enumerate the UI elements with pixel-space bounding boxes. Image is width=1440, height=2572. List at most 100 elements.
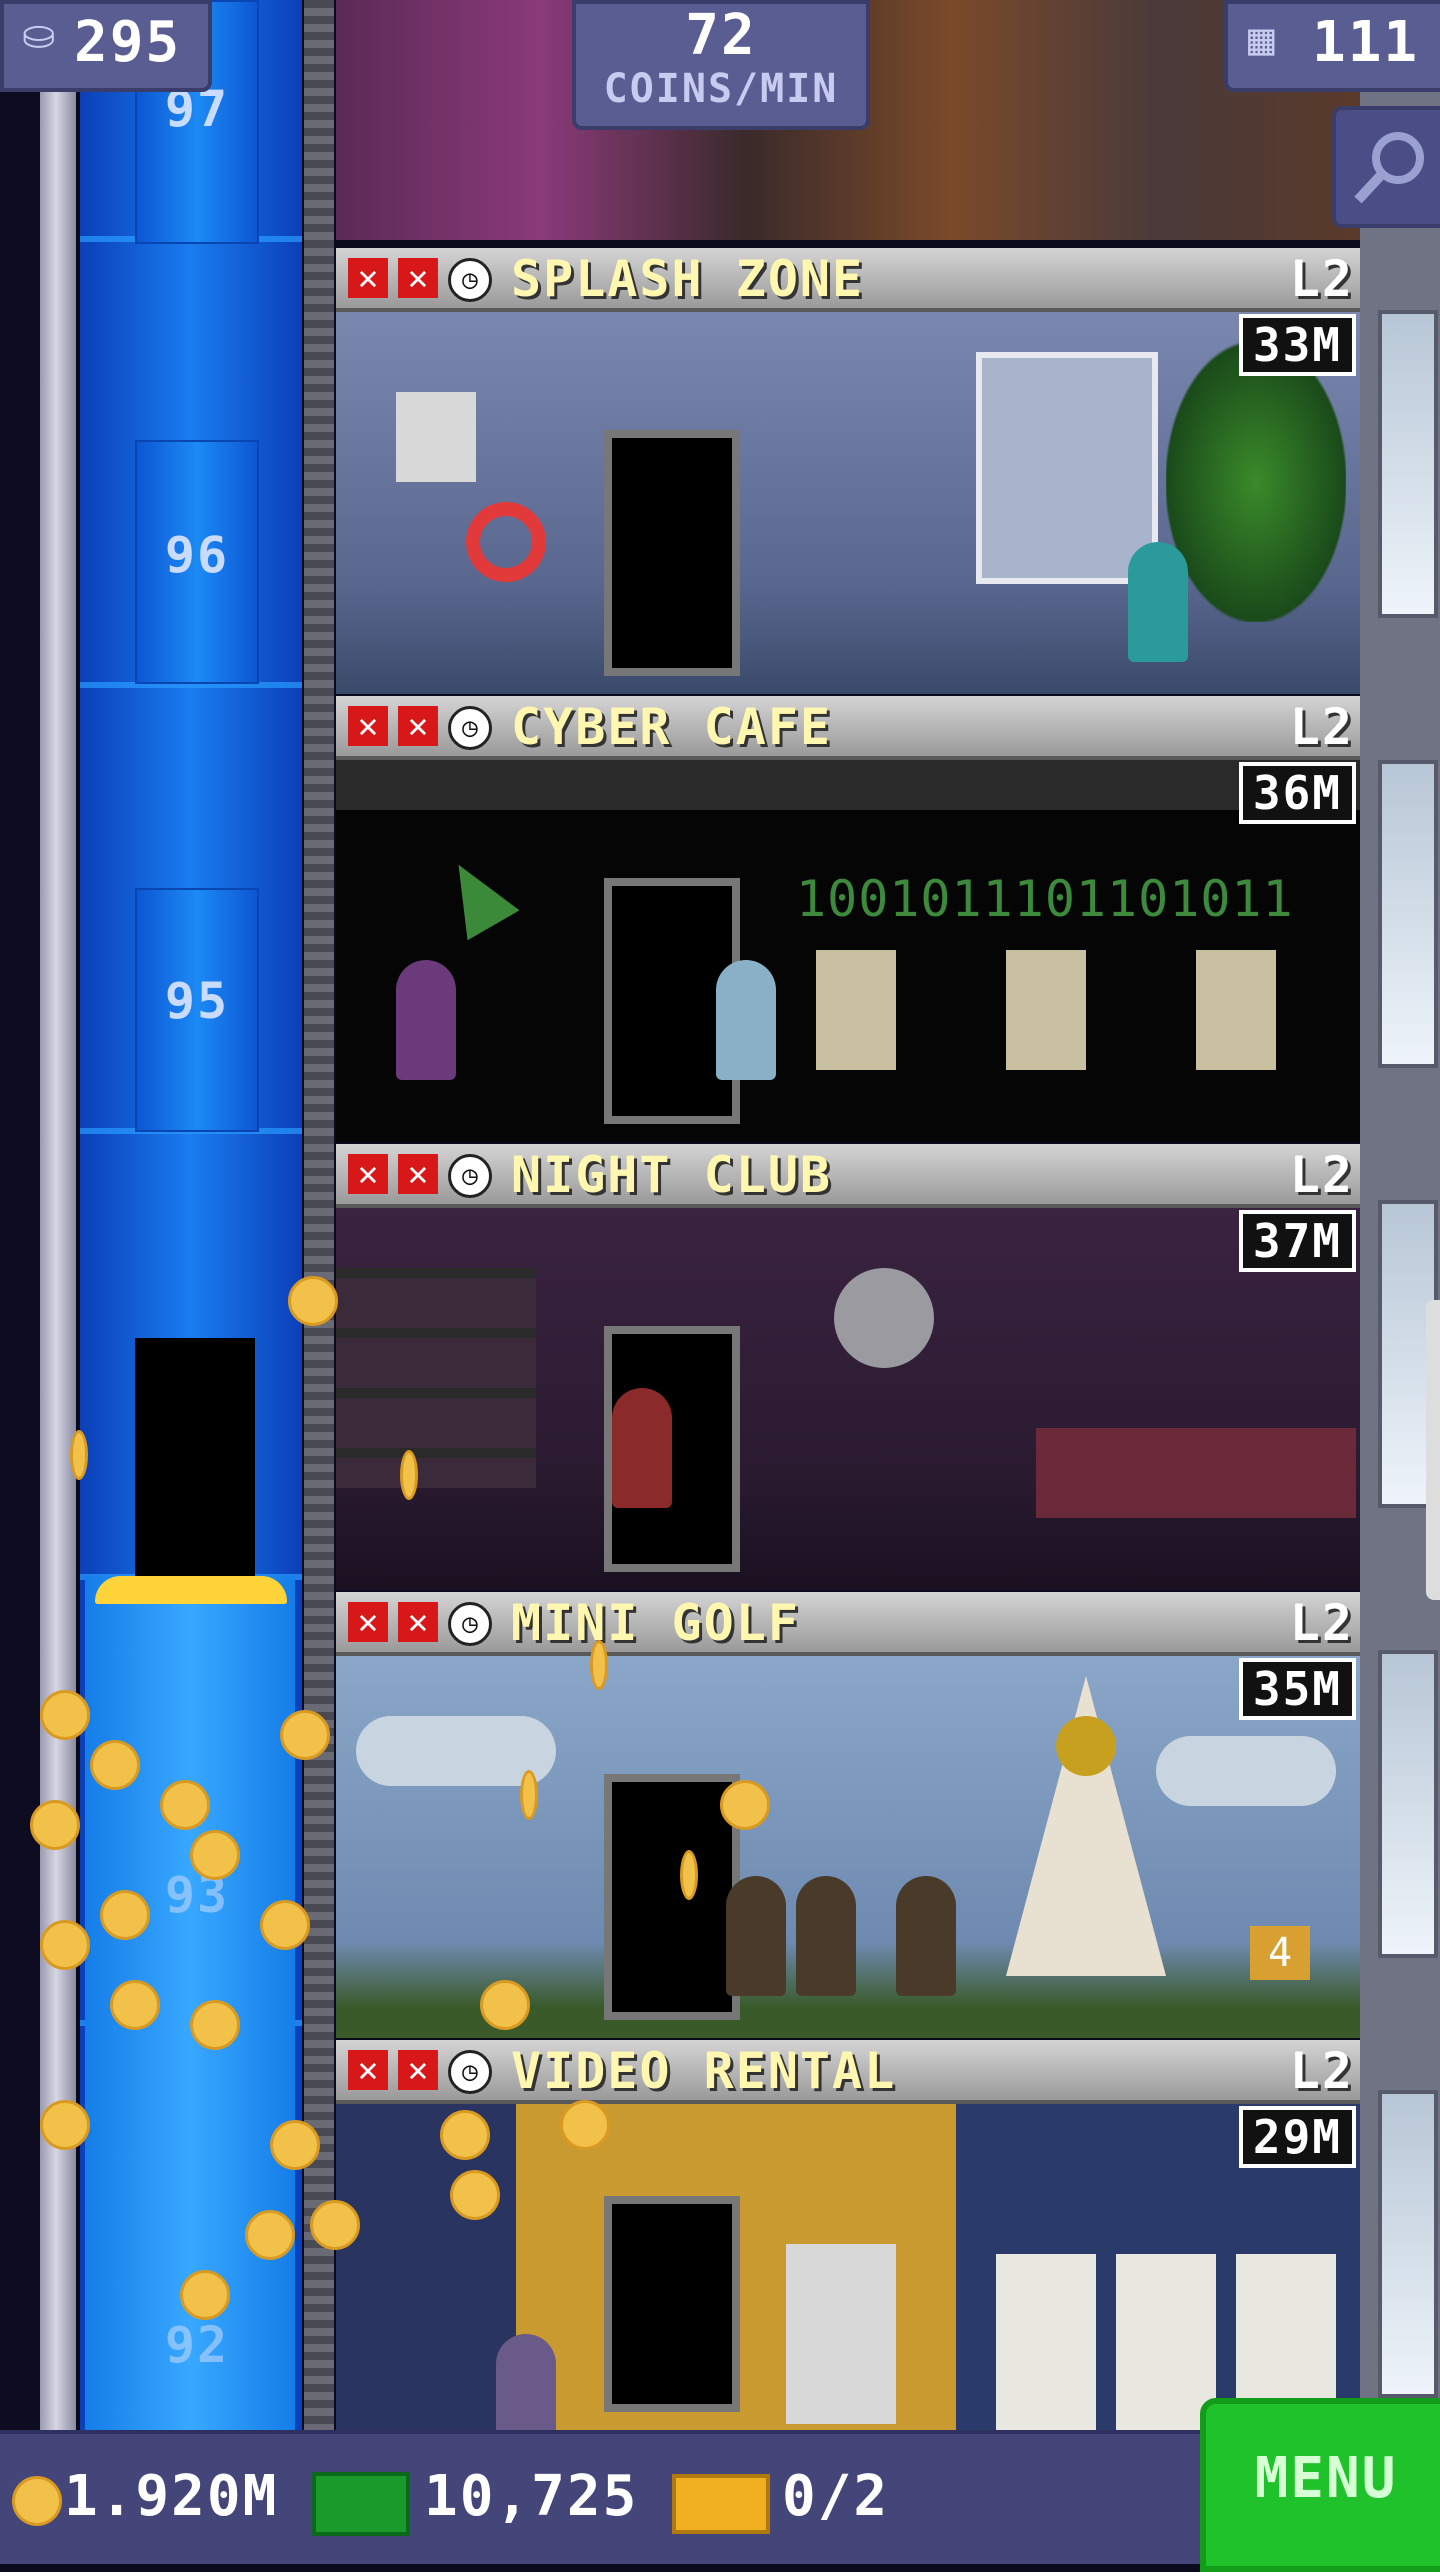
coin-icon bbox=[100, 1890, 150, 1940]
computer-desks bbox=[816, 950, 1336, 1070]
coin-icon bbox=[520, 1770, 538, 1820]
coin-icon bbox=[288, 1276, 338, 1326]
coin-icon bbox=[480, 1980, 530, 2030]
shaft-doorway bbox=[135, 1338, 255, 1578]
room-door bbox=[604, 1774, 740, 2020]
window bbox=[976, 352, 1158, 584]
elevator-track bbox=[304, 0, 334, 2430]
population-counter[interactable]: ⛀ 295 bbox=[0, 0, 212, 92]
floor-level: L2 bbox=[1289, 1594, 1354, 1652]
coin-icon bbox=[180, 2270, 230, 2320]
coin-icon bbox=[12, 2476, 62, 2526]
room-door bbox=[604, 2196, 740, 2412]
coin-icon bbox=[40, 1690, 90, 1740]
coin-icon bbox=[160, 1780, 210, 1830]
coin-icon bbox=[70, 1430, 88, 1480]
floor-name: NIGHT CLUB bbox=[511, 1146, 833, 1204]
floor-level: L2 bbox=[1289, 250, 1354, 308]
building-icon: ▦ bbox=[1248, 14, 1275, 65]
floor-price: 37M bbox=[1238, 1210, 1356, 1272]
floor-mini-golf[interactable]: ✕ ✕ ◷ MINI GOLF L2 4 35M bbox=[336, 1592, 1360, 2038]
windmill-hub bbox=[1056, 1716, 1116, 1776]
coin-icon bbox=[680, 1850, 698, 1900]
clock-icon: ◷ bbox=[448, 1154, 492, 1198]
bux-value[interactable]: 10,725 bbox=[424, 2464, 638, 2529]
tenant[interactable] bbox=[796, 1876, 856, 1996]
tenant[interactable] bbox=[726, 1876, 786, 1996]
x-icon: ✕ bbox=[398, 258, 438, 298]
floor-night-club[interactable]: ✕ ✕ ◷ NIGHT CLUB L2 37M bbox=[336, 1144, 1360, 1590]
window bbox=[1378, 760, 1438, 1068]
coin-icon bbox=[190, 1830, 240, 1880]
floor-header: ✕ ✕ ◷ CYBER CAFE L2 bbox=[336, 696, 1360, 760]
floor-level: L2 bbox=[1289, 698, 1354, 756]
coin-icon bbox=[245, 2210, 295, 2260]
coin-icon bbox=[30, 1800, 80, 1850]
floor-header: ✕ ✕ ◷ MINI GOLF L2 bbox=[336, 1592, 1360, 1656]
window bbox=[1378, 1650, 1438, 1958]
x-icon: ✕ bbox=[348, 1154, 388, 1194]
clock-icon: ◷ bbox=[448, 2050, 492, 2094]
coin-icon bbox=[450, 2170, 500, 2220]
x-icon: ✕ bbox=[398, 706, 438, 746]
room-interior bbox=[336, 2104, 1360, 2454]
coin-icon bbox=[400, 1450, 418, 1500]
floor-splash-zone[interactable]: ✕ ✕ ◷ SPLASH ZONE L2 33M bbox=[336, 248, 1360, 694]
floor-count-value: 111 bbox=[1312, 10, 1420, 75]
arcade-cabinet bbox=[786, 2244, 896, 2424]
floor-name: MINI GOLF bbox=[511, 1594, 800, 1652]
tenant[interactable] bbox=[612, 1388, 672, 1508]
room-interior bbox=[336, 1208, 1360, 1590]
tickets-value[interactable]: 0/2 bbox=[782, 2464, 889, 2529]
floor-price: 33M bbox=[1238, 314, 1356, 376]
window bbox=[1378, 2090, 1438, 2398]
life-ring-icon bbox=[466, 502, 546, 582]
coin-icon bbox=[560, 2100, 610, 2150]
shaft-rail bbox=[40, 0, 76, 2430]
side-pull-tab[interactable] bbox=[1426, 1300, 1440, 1600]
x-icon: ✕ bbox=[348, 1602, 388, 1642]
ceiling bbox=[336, 760, 1360, 810]
coin-icon bbox=[720, 1780, 770, 1830]
shaft-floor-number: 92 bbox=[164, 2316, 230, 2374]
room-door bbox=[604, 430, 740, 676]
shaft-floor-number: 96 bbox=[164, 526, 230, 584]
floor-cyber-cafe[interactable]: ✕ ✕ ◷ CYBER CAFE L2 1001011101101011 36M bbox=[336, 696, 1360, 1142]
coin-icon bbox=[280, 1710, 330, 1760]
coins-per-min-label: COINS/MIN bbox=[603, 66, 839, 112]
palm-tree bbox=[1166, 342, 1346, 622]
floor-count-counter[interactable]: ▦ 111 bbox=[1224, 0, 1440, 92]
coin-icon bbox=[40, 1920, 90, 1970]
tenant[interactable] bbox=[716, 960, 776, 1080]
floor-header: ✕ ✕ ◷ VIDEO RENTAL L2 bbox=[336, 2040, 1360, 2104]
coin-icon bbox=[40, 2100, 90, 2150]
shaft-floor-number: 95 bbox=[164, 972, 230, 1030]
x-icon: ✕ bbox=[398, 1154, 438, 1194]
cursor-arrow-icon bbox=[432, 849, 520, 941]
coin-icon bbox=[590, 1640, 608, 1690]
coin-icon bbox=[90, 1740, 140, 1790]
ticket-icon bbox=[672, 2474, 770, 2534]
tenant[interactable] bbox=[396, 960, 456, 1080]
x-icon: ✕ bbox=[348, 258, 388, 298]
x-icon: ✕ bbox=[398, 2050, 438, 2090]
room-interior bbox=[336, 312, 1360, 694]
room-interior: 4 bbox=[336, 1656, 1360, 2038]
shaft-floor-number: 93 bbox=[164, 1866, 230, 1924]
menu-button[interactable]: MENU bbox=[1200, 2398, 1440, 2572]
coins-per-min-counter[interactable]: 72 COINS/MIN bbox=[572, 0, 870, 130]
x-icon: ✕ bbox=[348, 706, 388, 746]
clock-icon: ◷ bbox=[448, 258, 492, 302]
elevator-roof bbox=[95, 1576, 287, 1604]
search-button[interactable] bbox=[1332, 106, 1440, 228]
space-background bbox=[0, 0, 42, 2430]
x-icon: ✕ bbox=[398, 1602, 438, 1642]
clock-icon: ◷ bbox=[448, 706, 492, 750]
clock-icon: ◷ bbox=[448, 1602, 492, 1646]
coin-icon bbox=[270, 2120, 320, 2170]
tenant[interactable] bbox=[896, 1876, 956, 1996]
tenant[interactable] bbox=[1128, 542, 1188, 662]
bar-shelves bbox=[336, 1268, 536, 1488]
floor-name: VIDEO RENTAL bbox=[511, 2042, 897, 2100]
floor-price: 29M bbox=[1238, 2106, 1356, 2168]
